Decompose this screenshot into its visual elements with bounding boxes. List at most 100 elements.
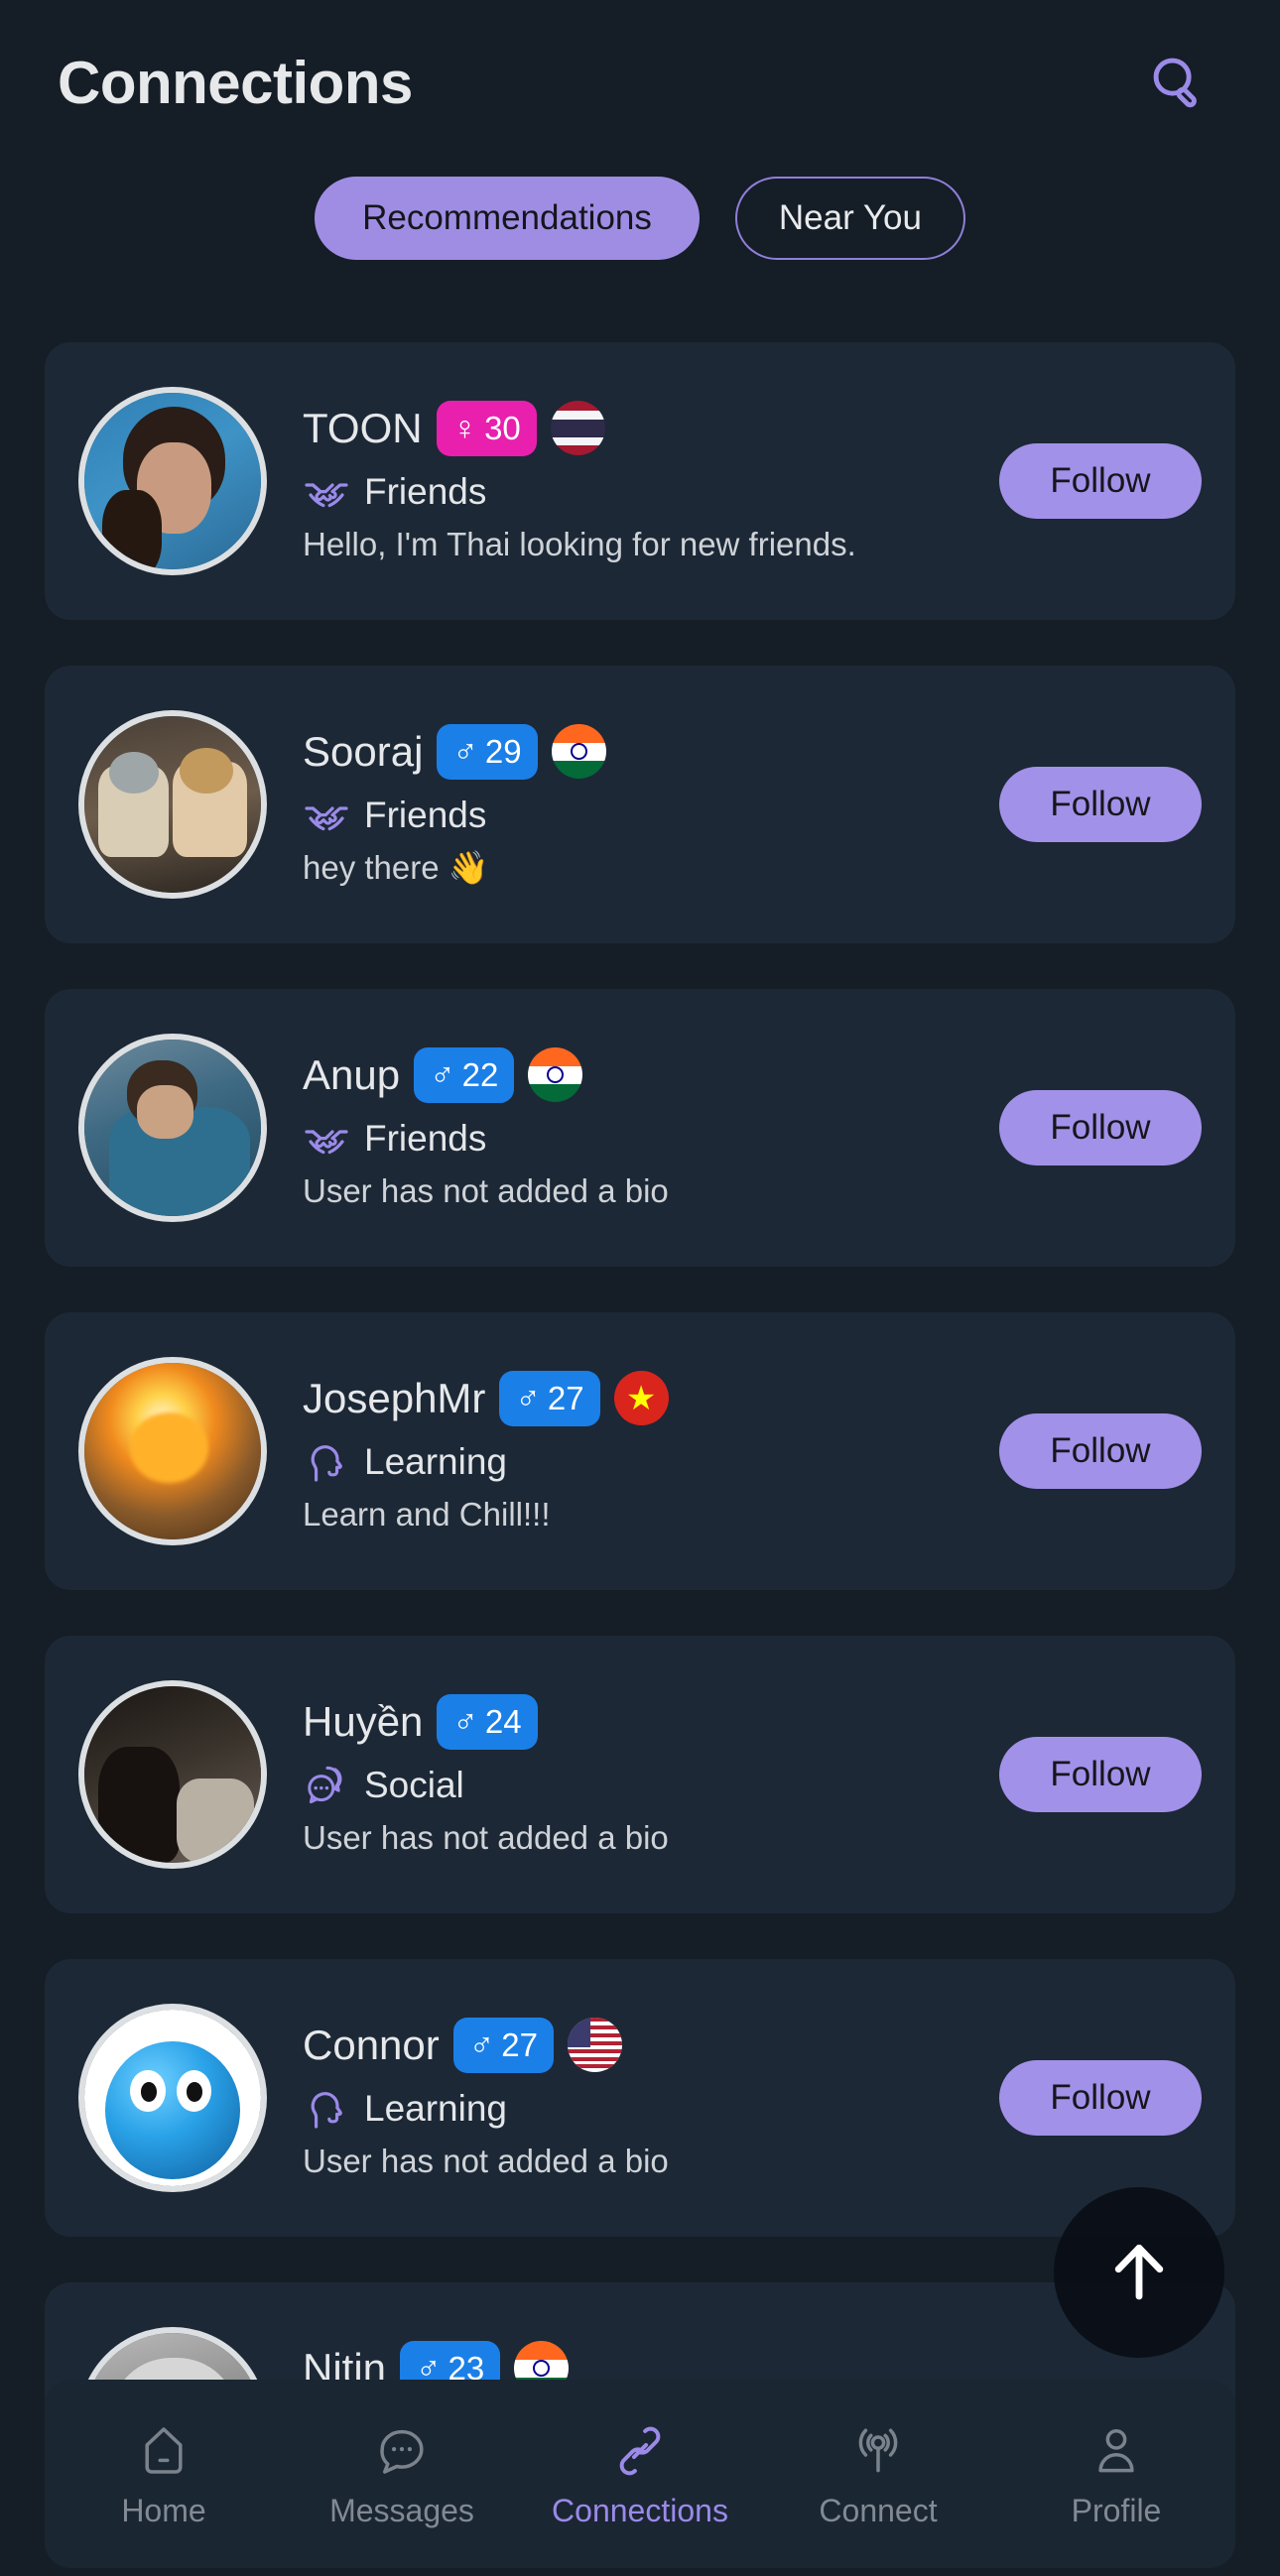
tab-recommendations-label: Recommendations [362,198,652,237]
link-chain-icon [612,2419,668,2483]
user-name: Connor [303,2021,440,2068]
gender-age-badge: ♂ 27 [499,1370,600,1426]
age-value: 24 [484,1703,522,1741]
user-bio: User has not added a bio [303,2142,669,2179]
gender-age-badge: ♂ 24 [437,1693,538,1750]
card-body: JosephMr ♂ 27 ★ Learning Learn and Chill!!! [267,1368,987,1534]
card-body: TOON ♀ 30 Friends Hello, I'm Thai looking fo… [267,398,987,564]
gender-symbol-icon: ♂ [515,1379,541,1417]
tab-near-you[interactable]: Near You [734,177,965,260]
intent-label: Friends [364,470,487,512]
connection-card[interactable]: Connor ♂ 27 Learning User has not added a bi… [45,1959,1235,2237]
age-value: 27 [501,2026,538,2064]
intent-label: Friends [364,794,487,835]
card-body: Sooraj ♂ 29 Friends hey there 👋 [267,721,987,888]
app-header: Connections [0,0,1280,167]
head-profile-icon [303,2085,350,2133]
tab-recommendations[interactable]: Recommendations [315,177,700,260]
chat-bubble-icon [374,2419,430,2483]
name-row: Huyền ♂ 24 [303,1691,987,1753]
avatar[interactable] [78,1357,267,1545]
age-value: 27 [547,1380,584,1417]
user-name: JosephMr [303,1374,486,1421]
nav-item-home[interactable]: Home [50,2394,278,2553]
avatar[interactable] [78,1034,267,1222]
user-bio: User has not added a bio [303,1171,669,1209]
handshake-icon [303,792,350,839]
user-bio: User has not added a bio [303,1818,669,1856]
nav-item-profile[interactable]: Profile [1002,2394,1230,2553]
connection-card[interactable]: Anup ♂ 22 Friends User has not added a bio Fo… [45,989,1235,1267]
gender-age-badge: ♂ 27 [452,2017,554,2073]
intent-label: Learning [364,2087,508,2129]
follow-button-label: Follow [1050,785,1151,823]
card-body: Anup ♂ 22 Friends User has not added a bio [267,1044,987,1211]
nav-item-label: Messages [329,2492,474,2528]
gender-age-badge: ♀ 30 [436,400,537,456]
avatar[interactable] [78,2004,267,2192]
connection-card[interactable]: Huyền ♂ 24 Social User has not added a bio Fo… [45,1636,1235,1913]
flag-india [551,724,606,780]
avatar[interactable] [78,710,267,899]
follow-button[interactable]: Follow [999,1090,1202,1165]
user-bio: hey there 👋 [303,848,489,886]
age-value: 29 [484,733,522,771]
intent-row: Social [303,1757,987,1814]
card-body: Huyền ♂ 24 Social User has not added a bio [267,1691,987,1858]
avatar[interactable] [78,387,267,575]
scroll-to-top-button[interactable] [1054,2187,1224,2358]
intent-row: Friends [303,787,987,844]
nav-item-label: Connect [819,2492,938,2528]
tab-near-you-label: Near You [778,198,922,237]
gender-symbol-icon: ♀ [451,409,478,447]
flag-india [528,1047,583,1103]
bottom-navigation: Home Messages Connections Connect Profile [45,2380,1235,2568]
chat-bubbles-icon [303,1762,350,1809]
user-name: Anup [303,1050,401,1098]
head-profile-icon [303,1438,350,1486]
nav-item-connect[interactable]: Connect [764,2394,992,2553]
gender-age-badge: ♂ 29 [437,723,538,780]
follow-button[interactable]: Follow [999,443,1202,519]
gender-symbol-icon: ♂ [430,1055,455,1094]
broadcast-icon [850,2419,906,2483]
name-row: JosephMr ♂ 27 ★ [303,1368,987,1429]
page-title: Connections [58,50,413,116]
connection-card[interactable]: Sooraj ♂ 29 Friends hey there 👋 Follow [45,666,1235,943]
gender-symbol-icon: ♂ [452,732,478,771]
connection-card[interactable]: JosephMr ♂ 27 ★ Learning Learn and Chill!!! Fo… [45,1312,1235,1590]
nav-item-messages[interactable]: Messages [288,2394,516,2553]
user-bio: Learn and Chill!!! [303,1495,551,1533]
connections-screen: Connections Recommendations Near You TOO… [0,0,1280,2576]
search-button[interactable] [1129,36,1224,131]
user-name: Huyền [303,1697,424,1745]
connection-card[interactable]: TOON ♀ 30 Friends Hello, I'm Thai looking fo… [45,342,1235,620]
avatar[interactable] [78,1680,267,1869]
arrow-up-icon [1100,2232,1178,2314]
follow-button[interactable]: Follow [999,1413,1202,1489]
follow-button-label: Follow [1050,1755,1151,1793]
search-icon [1146,51,1208,117]
age-value: 30 [484,410,521,447]
segment-tabs: Recommendations Near You [0,177,1280,260]
intent-label: Social [364,1764,464,1805]
name-row: TOON ♀ 30 [303,398,987,459]
card-body: Connor ♂ 27 Learning User has not added a bi… [267,2015,987,2181]
handshake-icon [303,468,350,516]
flag-vietnam: ★ [613,1371,669,1426]
nav-item-label: Home [121,2492,206,2528]
name-row: Sooraj ♂ 29 [303,721,987,783]
user-name: Sooraj [303,727,424,775]
follow-button[interactable]: Follow [999,1737,1202,1812]
flag-thailand [550,401,605,456]
home-icon [136,2419,192,2483]
intent-label: Learning [364,1440,508,1482]
flag-usa [567,2018,622,2073]
follow-button-label: Follow [1050,1431,1151,1470]
follow-button[interactable]: Follow [999,2060,1202,2136]
name-row: Anup ♂ 22 [303,1044,987,1106]
nav-item-connections[interactable]: Connections [526,2394,754,2553]
intent-row: Learning [303,1433,987,1491]
name-row: Connor ♂ 27 [303,2015,987,2076]
follow-button[interactable]: Follow [999,767,1202,842]
